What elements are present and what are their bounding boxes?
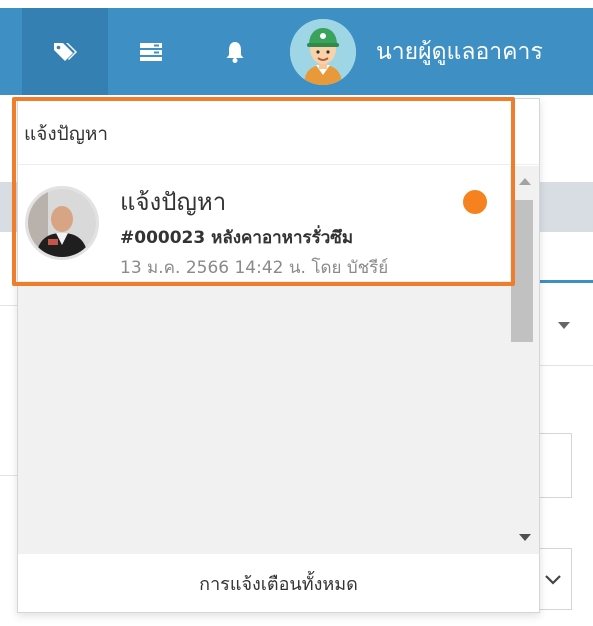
- background-divider: [540, 365, 593, 366]
- tags-button[interactable]: [22, 8, 108, 95]
- chevron-down-icon: [558, 322, 570, 329]
- top-navbar: นายผู้ดูแลอาคาร: [0, 0, 593, 95]
- user-name: นายผู้ดูแลอาคาร: [376, 38, 543, 65]
- technician-avatar-icon: [290, 18, 356, 85]
- background-input: [540, 433, 572, 498]
- bell-icon: [226, 41, 244, 63]
- server-list-button[interactable]: [118, 8, 184, 95]
- user-menu[interactable]: นายผู้ดูแลอาคาร: [290, 8, 543, 95]
- server-list-icon: [140, 42, 162, 61]
- user-avatar: [290, 18, 356, 85]
- notification-bell-button[interactable]: [202, 8, 268, 95]
- highlight-box: [12, 97, 515, 286]
- scroll-down-icon[interactable]: [519, 534, 531, 541]
- scroll-up-icon[interactable]: [519, 178, 531, 185]
- background-select: [540, 548, 572, 610]
- background-divider: [0, 475, 17, 476]
- chevron-down-icon: [545, 575, 561, 585]
- tags-icon: [54, 42, 77, 61]
- all-notifications-link[interactable]: การแจ้งเตือนทั้งหมด: [18, 554, 539, 612]
- background-divider: [0, 305, 17, 306]
